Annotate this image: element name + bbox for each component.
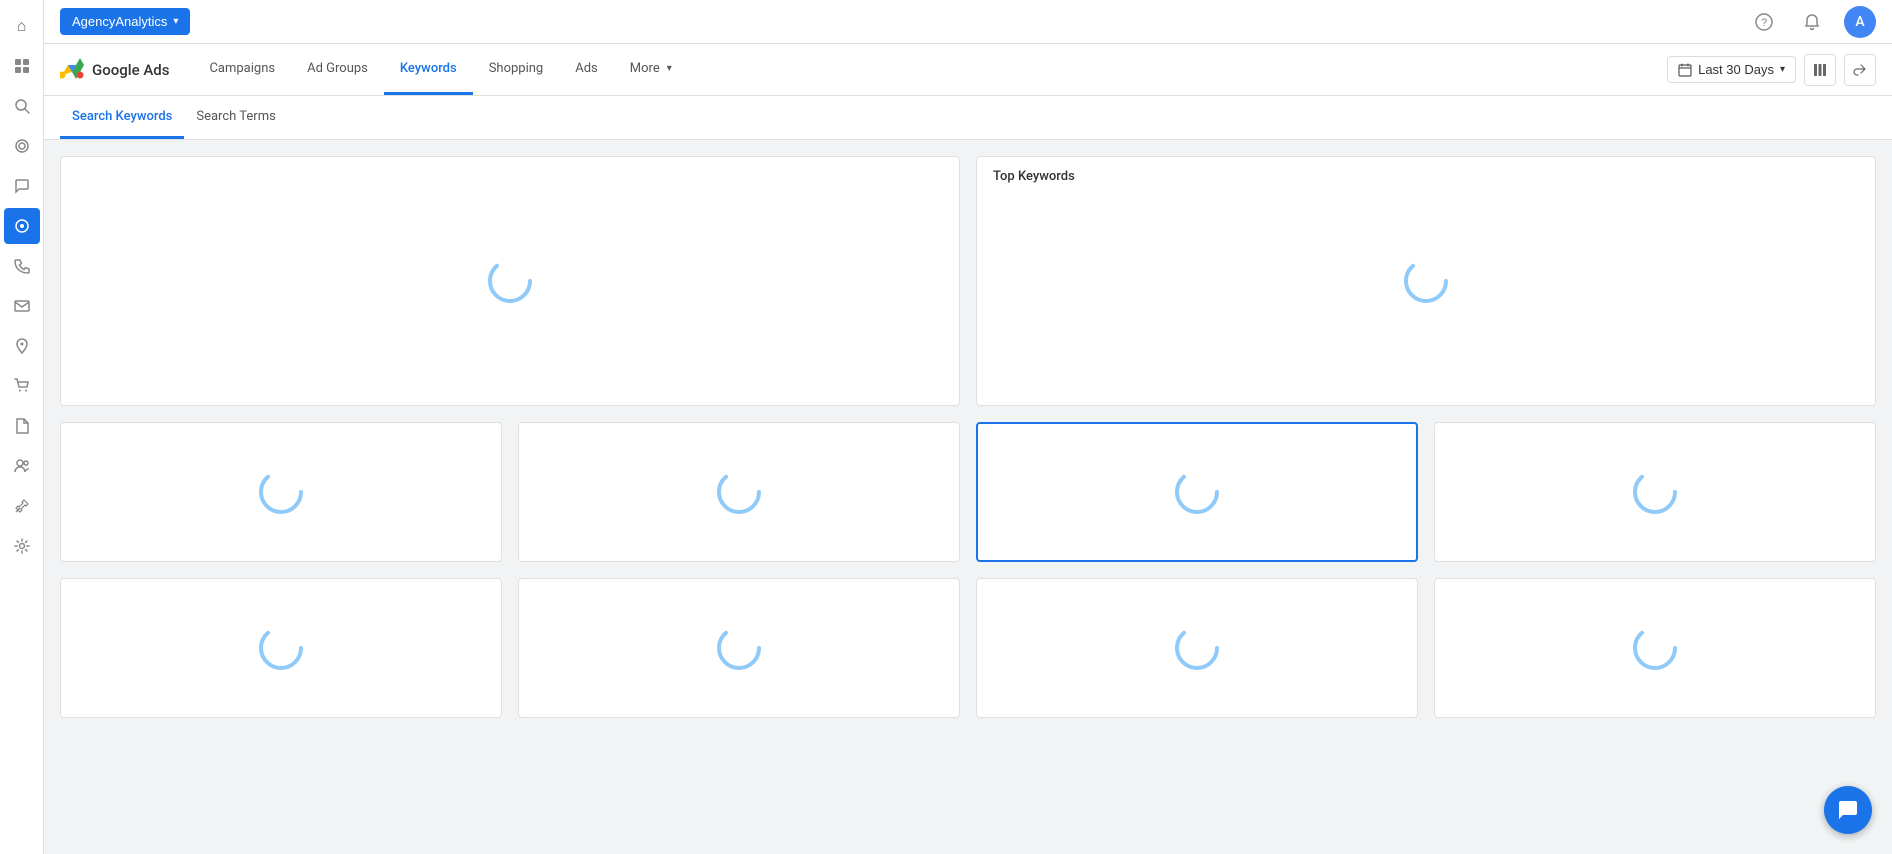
header-right-actions: ? A <box>1748 6 1876 38</box>
date-picker-button[interactable]: Last 30 Days ▾ <box>1667 56 1796 83</box>
users-icon[interactable] <box>4 448 40 484</box>
loading-spinner-2 <box>715 468 763 516</box>
tab-keywords[interactable]: Keywords <box>384 44 473 95</box>
location-icon[interactable] <box>4 328 40 364</box>
loading-spinner-5 <box>257 624 305 672</box>
sub-tabs: Search Keywords Search Terms <box>44 96 1892 140</box>
main-area: AgencyAnalytics ▾ ? A <box>44 0 1892 854</box>
sub-tab-search-terms[interactable]: Search Terms <box>184 96 287 139</box>
more-chevron-icon: ▾ <box>667 63 672 74</box>
loading-spinner-top-keywords <box>1402 257 1450 305</box>
top-keywords-card: Top Keywords <box>976 156 1876 406</box>
grid-icon[interactable] <box>4 48 40 84</box>
metric-card-6 <box>518 578 960 718</box>
tab-campaigns[interactable]: Campaigns <box>193 44 291 95</box>
far-left-sidebar: ⌂ <box>0 0 44 854</box>
top-header: AgencyAnalytics ▾ ? A <box>44 0 1892 44</box>
search-icon[interactable] <box>4 88 40 124</box>
metric-card-3 <box>976 422 1418 562</box>
chat-button[interactable] <box>1824 786 1872 834</box>
date-picker-label: Last 30 Days <box>1698 62 1774 77</box>
loading-spinner-1 <box>257 468 305 516</box>
cart-icon[interactable] <box>4 368 40 404</box>
metric-card-5 <box>60 578 502 718</box>
phone-icon[interactable] <box>4 248 40 284</box>
loading-spinner-4 <box>1631 468 1679 516</box>
doc-icon[interactable] <box>4 408 40 444</box>
metric-card-8 <box>1434 578 1876 718</box>
tab-more[interactable]: More ▾ <box>614 44 688 95</box>
tab-ad-groups[interactable]: Ad Groups <box>291 44 384 95</box>
loading-spinner-7 <box>1173 624 1221 672</box>
chat-bubble-icon[interactable] <box>4 168 40 204</box>
bottom-card-row-2 <box>60 578 1876 718</box>
help-icon[interactable]: ? <box>1748 6 1780 38</box>
google-ads-logo: Google Ads <box>60 58 169 82</box>
metric-card-4 <box>1434 422 1876 562</box>
home-icon[interactable]: ⌂ <box>4 8 40 44</box>
sub-tab-search-keywords[interactable]: Search Keywords <box>60 96 184 139</box>
top-keywords-title: Top Keywords <box>993 169 1075 184</box>
settings-icon[interactable] <box>4 528 40 564</box>
chart-icon[interactable] <box>4 128 40 164</box>
google-ads-title: Google Ads <box>92 61 169 79</box>
loading-spinner-6 <box>715 624 763 672</box>
bottom-card-row-1 <box>60 422 1876 562</box>
share-button[interactable] <box>1844 54 1876 86</box>
email-icon[interactable] <box>4 288 40 324</box>
svg-text:?: ? <box>1761 17 1767 29</box>
loading-spinner-main <box>486 257 534 305</box>
agency-analytics-label: AgencyAnalytics <box>72 14 167 29</box>
avatar[interactable]: A <box>1844 6 1876 38</box>
tab-ads[interactable]: Ads <box>559 44 614 95</box>
loading-spinner-8 <box>1631 624 1679 672</box>
tab-shopping[interactable]: Shopping <box>473 44 560 95</box>
metric-card-2 <box>518 422 960 562</box>
main-chart-card <box>60 156 960 406</box>
agency-analytics-button[interactable]: AgencyAnalytics ▾ <box>60 8 190 35</box>
pin-icon[interactable] <box>4 488 40 524</box>
ads-nav-bar: Google Ads Campaigns Ad Groups Keywords … <box>44 44 1892 96</box>
agency-chevron-icon: ▾ <box>173 16 178 27</box>
nav-right-actions: Last 30 Days ▾ <box>1667 54 1876 86</box>
top-card-row: Top Keywords <box>60 156 1876 406</box>
columns-button[interactable] <box>1804 54 1836 86</box>
metric-card-1 <box>60 422 502 562</box>
bell-icon[interactable] <box>1796 6 1828 38</box>
nav-tabs: Campaigns Ad Groups Keywords Shopping Ad… <box>193 44 687 95</box>
avatar-letter: A <box>1855 14 1864 30</box>
loading-spinner-3 <box>1173 468 1221 516</box>
metric-card-7 <box>976 578 1418 718</box>
date-picker-chevron: ▾ <box>1780 64 1785 75</box>
content-area: Top Keywords <box>44 140 1892 854</box>
target-icon[interactable] <box>4 208 40 244</box>
